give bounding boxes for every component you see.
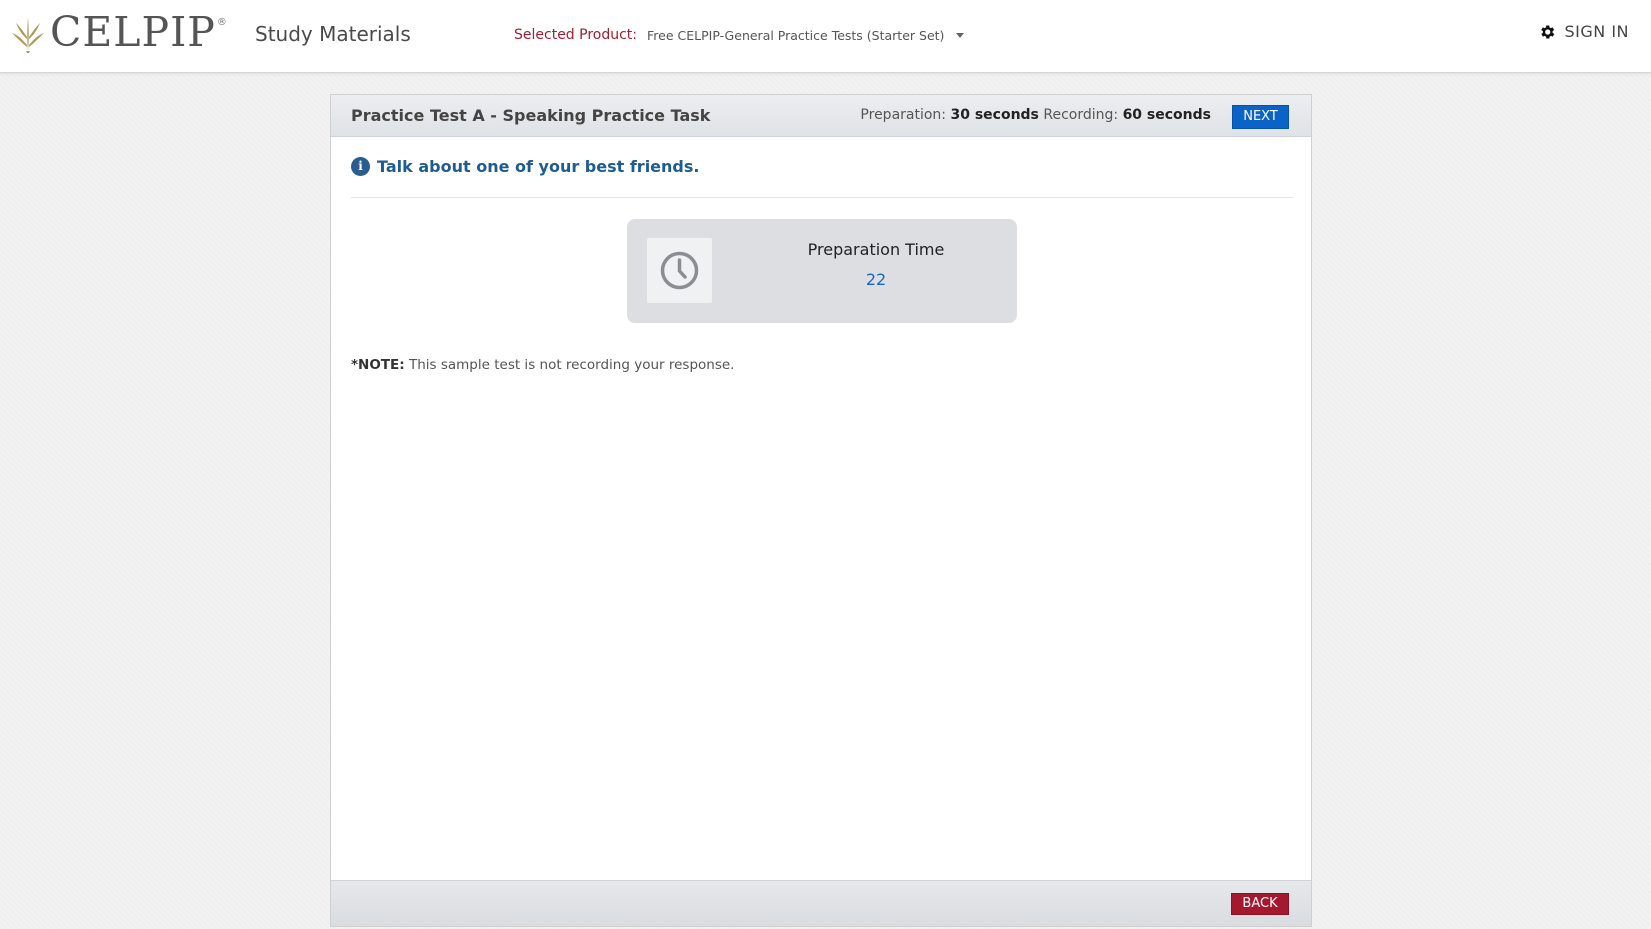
timing-info: Preparation: 30 seconds Recording: 60 se… — [860, 107, 1211, 123]
chevron-down-icon[interactable] — [956, 32, 965, 38]
clock-icon — [660, 251, 699, 290]
gear-icon — [1541, 24, 1555, 39]
note-label: *NOTE: — [351, 357, 405, 373]
clock-tile — [647, 238, 712, 303]
product-label: Selected Product: — [514, 27, 638, 43]
top-navigation-bar: CELPIP ® Study Materials Selected Produc… — [0, 0, 1651, 73]
info-icon: i — [351, 157, 370, 176]
divider — [351, 197, 1293, 198]
sign-in-label: SIGN IN — [1564, 22, 1629, 41]
task-instruction: i Talk about one of your best friends. — [351, 157, 699, 176]
sample-note: *NOTE: This sample test is not recording… — [351, 357, 734, 373]
practice-task-panel: Practice Test A - Speaking Practice Task… — [330, 94, 1312, 927]
recording-value: 60 seconds — [1122, 107, 1211, 123]
recording-label: Recording: — [1043, 107, 1119, 123]
preparation-label: Preparation: — [860, 107, 947, 123]
next-button[interactable]: NEXT — [1232, 105, 1289, 129]
panel-header: Practice Test A - Speaking Practice Task… — [331, 95, 1311, 137]
section-title: Study Materials — [255, 22, 411, 46]
product-value[interactable]: Free CELPIP-General Practice Tests (Star… — [647, 28, 944, 43]
preparation-time-title: Preparation Time — [807, 240, 945, 259]
instruction-text: Talk about one of your best friends. — [377, 157, 700, 176]
preparation-timer: Preparation Time 22 — [627, 219, 1017, 323]
logo-text: CELPIP — [50, 8, 216, 56]
note-text: This sample test is not recording your r… — [408, 357, 735, 373]
back-button[interactable]: BACK — [1231, 893, 1289, 915]
preparation-value: 30 seconds — [950, 107, 1039, 123]
celpip-logo[interactable]: CELPIP ® — [10, 10, 227, 54]
registered-mark: ® — [216, 16, 227, 28]
page-title: Practice Test A - Speaking Practice Task — [351, 106, 711, 125]
celpip-leaf-logo-icon — [12, 17, 44, 53]
sign-in-button[interactable]: SIGN IN — [1538, 22, 1629, 41]
product-selector[interactable]: Selected Product: Free CELPIP-General Pr… — [514, 27, 965, 43]
panel-footer: BACK — [331, 880, 1311, 926]
preparation-countdown: 22 — [865, 270, 887, 289]
